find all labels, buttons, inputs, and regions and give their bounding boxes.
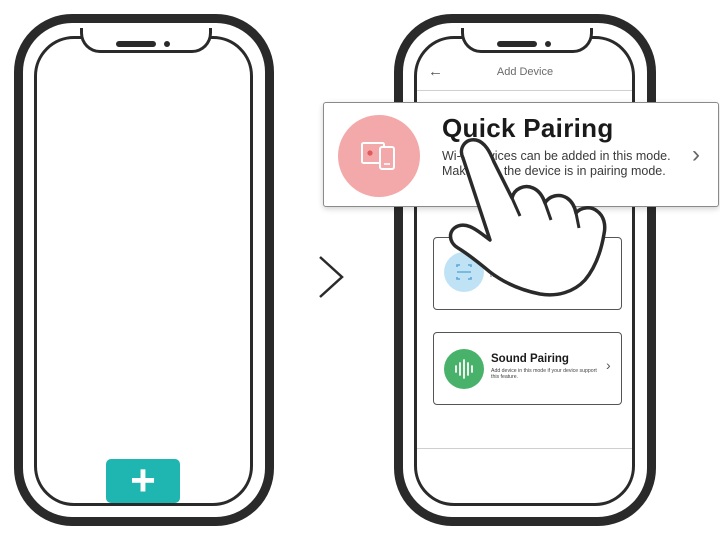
left-phone-screen <box>34 36 253 506</box>
scan-pairing-card[interactable]: Add device in this mode if your device s… <box>433 237 622 310</box>
chevron-right-icon <box>319 256 344 298</box>
sound-pairing-chevron-icon: › <box>606 357 611 373</box>
left-phone-speaker <box>116 41 156 47</box>
left-phone-camera <box>164 41 170 47</box>
scan-icon <box>444 252 484 292</box>
sound-wave-icon <box>444 349 484 389</box>
quick-pairing-chevron-icon: › <box>692 141 700 168</box>
right-phone-speaker <box>497 41 537 47</box>
scan-card-desc: Add device in this mode if your device s… <box>490 268 584 279</box>
device-pair-icon <box>338 115 420 197</box>
quick-pairing-card[interactable]: Quick Pairing Wi-Fi devices can be added… <box>323 102 719 207</box>
screen-title: Add Device <box>496 66 554 78</box>
bottom-divider <box>417 448 632 449</box>
header-divider <box>417 90 632 91</box>
quick-pairing-title: Quick Pairing <box>442 113 614 143</box>
sound-pairing-card[interactable]: Sound Pairing Add device in this mode if… <box>433 332 622 405</box>
quick-pairing-desc: Wi-Fi devices can be added in this mode.… <box>442 149 671 178</box>
add-device-button[interactable]: + <box>106 459 180 503</box>
right-phone-camera <box>545 41 551 47</box>
sound-pairing-desc: Add device in this mode if your device s… <box>491 368 597 380</box>
sound-pairing-title: Sound Pairing <box>491 353 569 365</box>
back-arrow-icon[interactable]: ← <box>428 63 443 80</box>
